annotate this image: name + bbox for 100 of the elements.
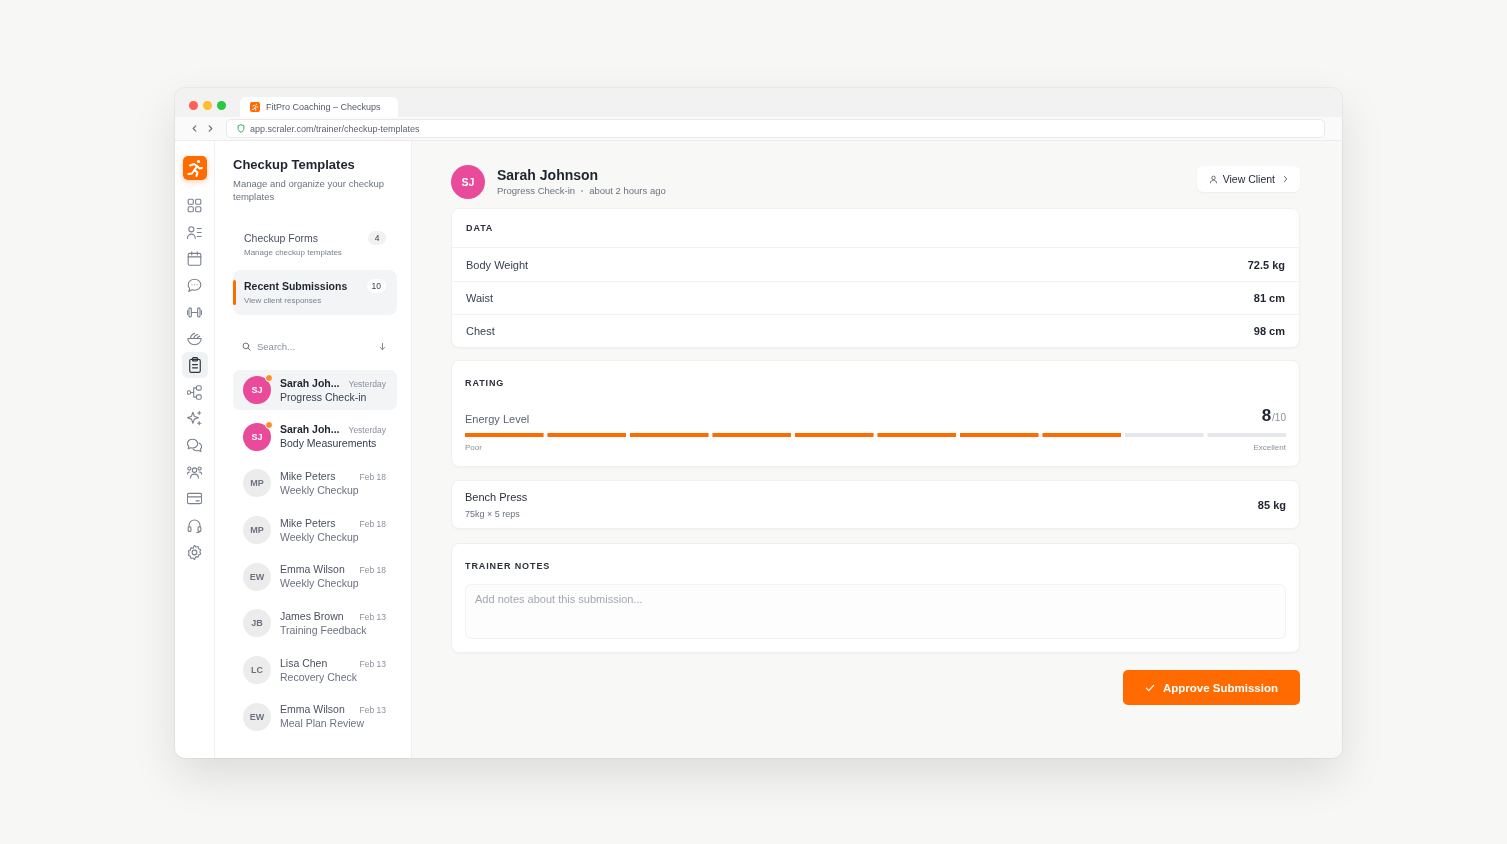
search-icon — [242, 341, 251, 351]
client-name: Lisa Chen — [280, 656, 328, 670]
measurement-label: Chest — [466, 325, 495, 337]
exercise-detail: 75kg × 5 reps — [465, 507, 521, 520]
client-name: Mike Peters — [280, 469, 336, 483]
submission-date: Feb 13 — [359, 658, 386, 670]
form-name: Weekly Checkup — [280, 530, 360, 544]
submission-item[interactable]: MP Mike Peters Feb 18 Weekly Checkup — [233, 510, 397, 551]
submission-date: Feb 18 — [359, 471, 386, 483]
address-field[interactable]: app.scraler.com/trainer/checkup-templates — [226, 119, 1325, 138]
section-item[interactable]: Checkup Forms 4 Manage checkup templates — [233, 222, 397, 267]
clipboard-icon[interactable] — [181, 352, 208, 379]
submission-date: Yesterday — [348, 378, 386, 390]
submission-date: Feb 18 — [359, 518, 386, 530]
section-heading: DATA — [452, 209, 1299, 248]
submission-item[interactable]: SJ Sarah Joh... Yesterday Body Measurements — [233, 416, 397, 457]
section-label: Recent Submissions — [244, 279, 348, 293]
avatar: EW — [243, 562, 271, 591]
browser-tab[interactable]: FitPro Coaching – Checkups — [240, 97, 398, 117]
submission-item[interactable]: MP Mike Peters Feb 18 Weekly Checkup — [233, 463, 397, 504]
avatar: LC — [243, 656, 271, 685]
form-name: Progress Check-in — [280, 390, 368, 404]
scale-high-label: Excellent — [1253, 443, 1286, 453]
submission-date: Yesterday — [348, 425, 386, 437]
section-description: View client responses — [244, 295, 323, 306]
section-label: Checkup Forms — [244, 231, 319, 245]
avatar: MP — [243, 516, 271, 545]
item-count: 10 — [366, 279, 386, 293]
person-list-icon[interactable] — [187, 224, 202, 240]
section-heading: RATING — [465, 377, 506, 389]
section-item[interactable]: Recent Submissions 10 View client responses — [233, 270, 397, 315]
form-name: Weekly Checkup — [280, 577, 360, 591]
submission-date: Feb 13 — [359, 611, 386, 623]
client-name: Mike Peters — [280, 516, 336, 530]
person-icon — [1208, 174, 1218, 184]
back-icon[interactable] — [190, 124, 199, 133]
rating-label: Energy Level — [465, 412, 530, 426]
measurement-value: 72.5 kg — [1247, 258, 1285, 271]
running-figure-icon[interactable] — [182, 156, 207, 180]
calendar-icon[interactable] — [187, 251, 202, 267]
notes-field[interactable]: Add notes about this submission... — [465, 584, 1286, 639]
measurement-label: Waist — [466, 292, 494, 304]
flowchart-icon[interactable] — [187, 384, 202, 400]
people-icon[interactable] — [187, 464, 202, 480]
chat-bubble-icon[interactable] — [187, 277, 202, 293]
maximize-window-icon[interactable] — [217, 100, 226, 110]
client-name: Sarah Joh... — [280, 423, 340, 437]
chevron-right-icon — [1283, 175, 1288, 183]
panel-subtitle: Manage and organize your checkup templates — [233, 177, 386, 203]
form-name: Recovery Check — [280, 670, 359, 684]
client-name: Sarah Johnson — [497, 167, 600, 184]
submission-item[interactable]: JB James Brown Feb 13 Training Feedback — [233, 603, 397, 644]
avatar: EW — [243, 702, 271, 731]
grid-icon[interactable] — [187, 197, 202, 213]
sparkle-icon[interactable] — [187, 411, 202, 427]
view-client-button[interactable]: View Client — [1196, 166, 1300, 192]
client-name: Emma Wilson — [280, 703, 345, 717]
client-name: James Brown — [280, 609, 344, 623]
measurement-label: Body Weight — [466, 258, 529, 271]
submission-item[interactable]: SJ Sarah Joh... Yesterday Progress Check-in — [233, 370, 397, 410]
exercise-name: Bench Press — [465, 489, 528, 504]
arrow-down-icon[interactable] — [379, 341, 386, 351]
rating-scale: /10 — [1272, 412, 1286, 423]
avatar: SJ — [243, 376, 271, 404]
panel-title: Checkup Templates — [233, 157, 356, 173]
headset-icon[interactable] — [187, 518, 202, 534]
forward-icon[interactable] — [206, 124, 215, 133]
submission-date: Feb 13 — [359, 705, 386, 717]
avatar: SJ — [451, 165, 485, 199]
settings-icon[interactable] — [187, 544, 202, 560]
scale-low-label: Poor — [465, 443, 482, 453]
search-field[interactable]: Search... — [257, 338, 373, 354]
avatar: JB — [243, 609, 271, 638]
avatar: SJ — [243, 422, 271, 451]
avatar: MP — [243, 469, 271, 498]
shield-icon — [237, 124, 245, 133]
submission-time: about 2 hours ago — [589, 185, 666, 197]
form-name: Progress Check-in — [497, 185, 576, 197]
form-name: Body Measurements — [280, 437, 378, 451]
client-name: Sarah Joh... — [280, 376, 340, 390]
submission-item[interactable]: EW Emma Wilson Feb 18 Weekly Checkup — [233, 556, 397, 597]
chat-bubbles-icon[interactable] — [187, 438, 202, 454]
submission-date: Feb 18 — [359, 565, 386, 577]
measurement-value: 98 cm — [1253, 325, 1285, 337]
section-description: Manage checkup templates — [244, 247, 343, 258]
exercise-value: 85 kg — [1257, 498, 1286, 511]
credit-card-icon[interactable] — [187, 491, 202, 507]
form-name: Training Feedback — [280, 623, 368, 637]
bowl-icon[interactable] — [187, 331, 202, 347]
running-figure-icon — [250, 102, 260, 112]
form-name: Weekly Checkup — [280, 483, 360, 497]
item-count: 4 — [368, 231, 386, 245]
close-window-icon[interactable] — [189, 100, 198, 110]
client-name: Emma Wilson — [280, 563, 345, 577]
checkmark-icon — [1145, 683, 1155, 692]
measurement-value: 81 cm — [1253, 292, 1285, 304]
submission-item[interactable]: LC Lisa Chen Feb 13 Recovery Check — [233, 650, 397, 691]
form-name: Meal Plan Review — [280, 717, 366, 731]
submission-item[interactable]: EW Emma Wilson Feb 13 Meal Plan Review — [233, 696, 397, 737]
section-heading: TRAINER NOTES — [465, 560, 552, 572]
